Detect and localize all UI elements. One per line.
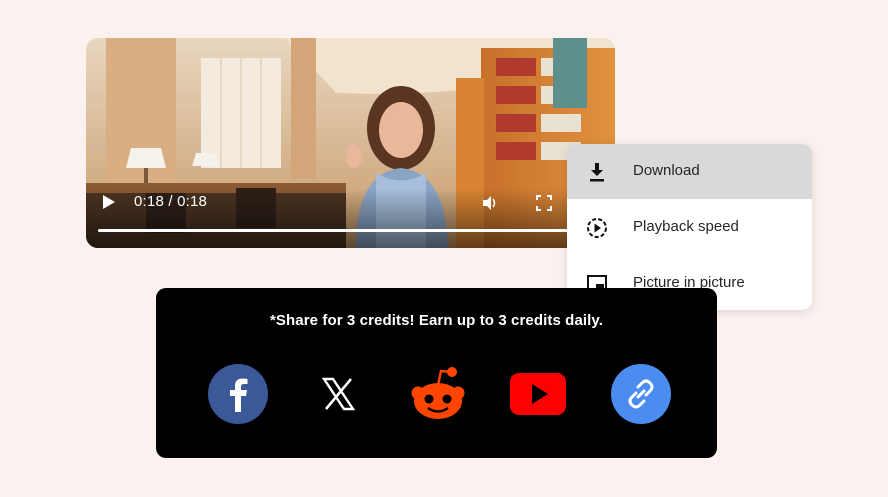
volume-icon[interactable] xyxy=(481,194,499,212)
menu-item-label: Download xyxy=(633,162,700,179)
menu-item-label: Playback speed xyxy=(633,218,739,235)
play-icon[interactable] xyxy=(102,194,116,210)
progress-fill xyxy=(98,229,603,232)
copy-link-button[interactable] xyxy=(610,363,672,425)
fullscreen-icon[interactable] xyxy=(536,195,552,211)
share-panel: *Share for 3 credits! Earn up to 3 credi… xyxy=(156,288,717,458)
time-display: 0:18 / 0:18 xyxy=(134,193,208,210)
x-share-button[interactable] xyxy=(307,363,369,425)
reddit-share-button[interactable] xyxy=(407,363,469,425)
share-credits-text: *Share for 3 credits! Earn up to 3 credi… xyxy=(269,312,604,329)
youtube-share-button[interactable] xyxy=(507,363,569,425)
video-player[interactable]: 0:18 / 0:18 xyxy=(86,38,615,248)
youtube-icon xyxy=(510,373,566,415)
playback-speed-icon xyxy=(587,218,607,238)
download-icon xyxy=(590,163,604,182)
facebook-share-button[interactable] xyxy=(207,363,269,425)
reddit-icon xyxy=(411,367,465,419)
video-options-menu: Download Playback speed Picture in pictu… xyxy=(567,144,812,310)
menu-item-playback-speed[interactable]: Playback speed xyxy=(567,200,812,255)
menu-item-download[interactable]: Download xyxy=(567,144,812,199)
progress-bar[interactable] xyxy=(98,229,603,232)
